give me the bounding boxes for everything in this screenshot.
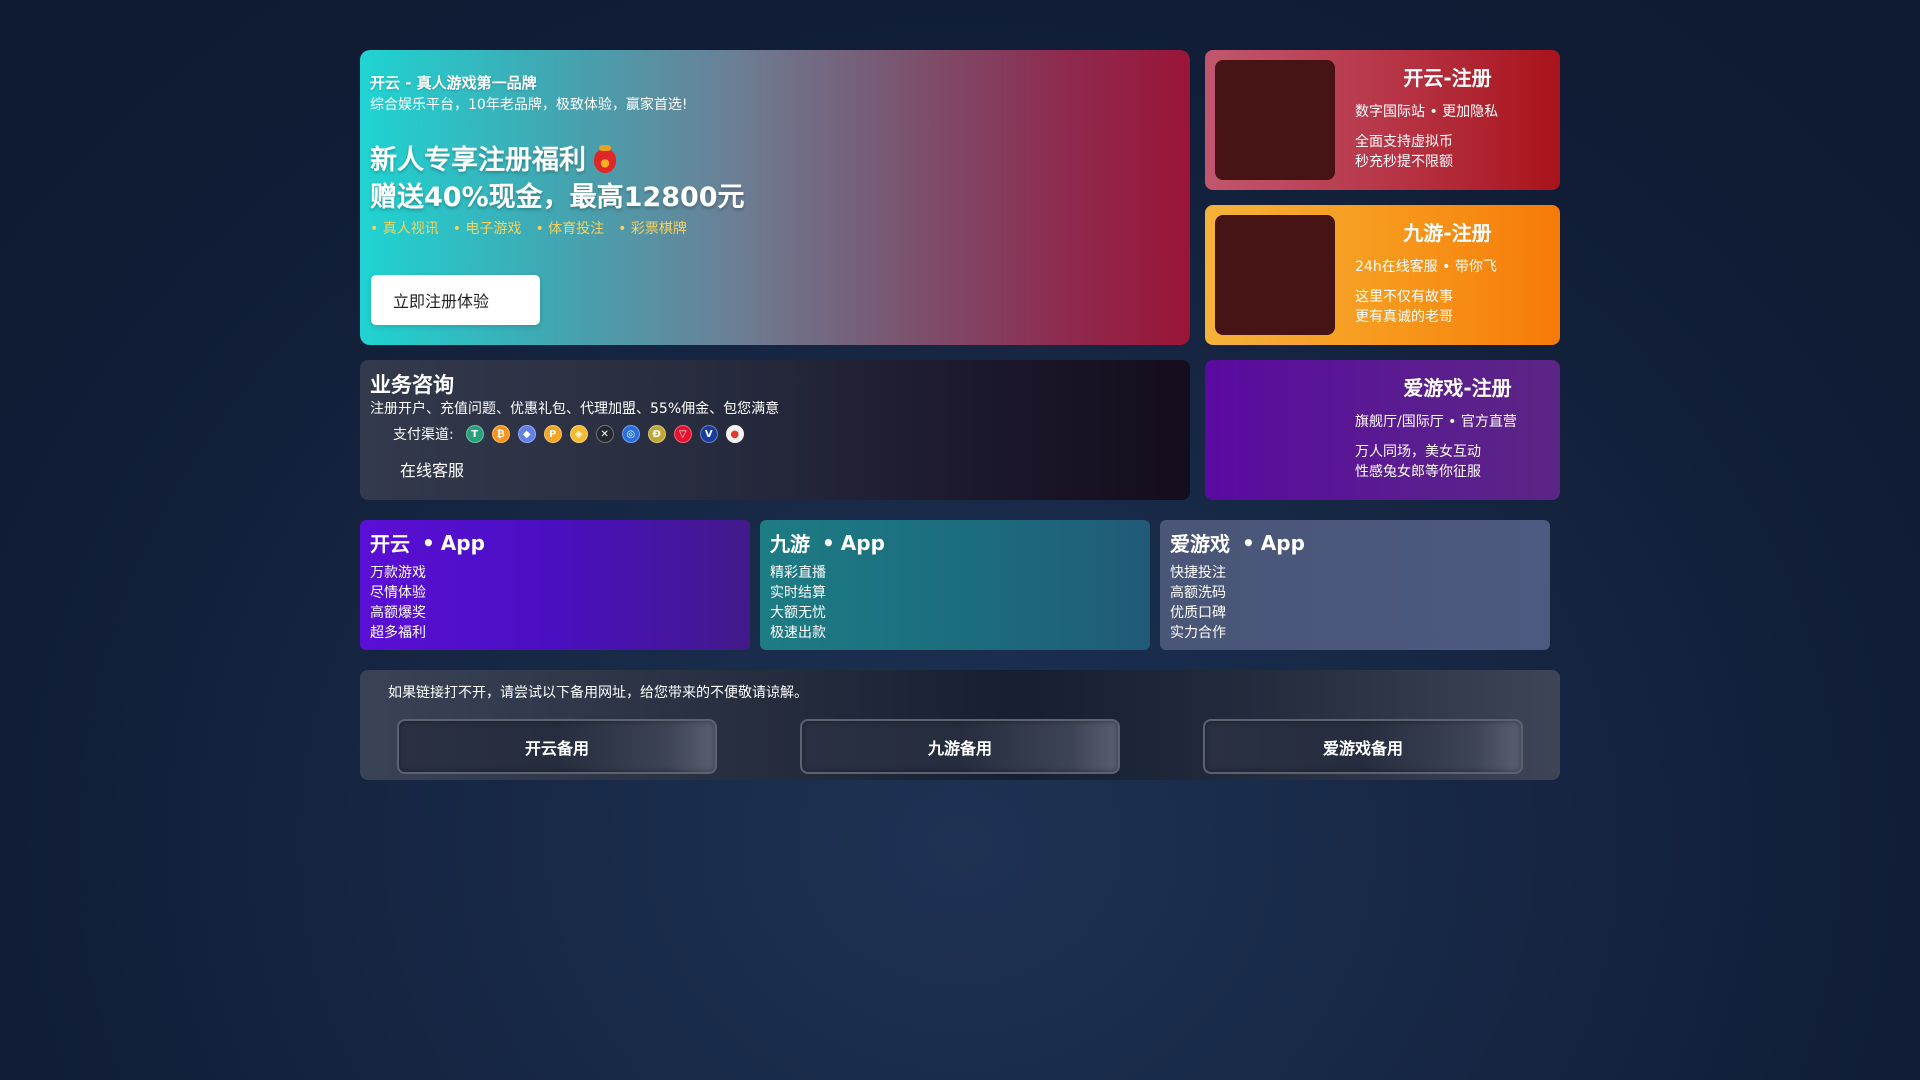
bullet-icon: • (1242, 530, 1255, 555)
consult-title: 业务咨询 (370, 373, 454, 397)
app-feature: 高额洗码 (1170, 585, 1226, 601)
app-feature: 万款游戏 (370, 565, 426, 581)
app-feature: 大额无忧 (770, 605, 826, 621)
app-suffix: App (440, 530, 485, 555)
app-feature: 精彩直播 (770, 565, 826, 581)
hero-subtitle: 综合娱乐平台，10年老品牌，极致体验，赢家首选! (370, 97, 688, 113)
app-suffix: App (840, 530, 885, 555)
register-card-line: 性感兔女郎等你征服 (1355, 464, 1481, 480)
xrp-icon: ✕ (595, 425, 614, 443)
coin-orange-icon: P (543, 425, 562, 443)
backup-links-panel: 如果链接打不开，请尝试以下备用网址，给您带来的不便敬请谅解。 开云备用 九游备用… (360, 670, 1560, 780)
app-card-title: 九游 • App (770, 528, 885, 557)
app-feature: 高额爆奖 (370, 605, 426, 621)
tron-icon: ▽ (673, 425, 692, 443)
coin-blue-icon: ◎ (621, 425, 640, 443)
payment-label: 支付渠道: (393, 427, 454, 443)
app-card-kaiyun[interactable]: 开云 • App 万款游戏 尽情体验 高额爆奖 超多福利 (360, 520, 750, 650)
hero-tag: 体育投注 (535, 218, 604, 238)
register-card-thumbnail (1215, 60, 1335, 180)
app-feature: 优质口碑 (1170, 605, 1226, 621)
online-service-link[interactable]: 在线客服 (400, 457, 464, 481)
app-brand: 九游 (770, 532, 810, 556)
register-now-button[interactable]: 立即注册体验 (371, 275, 540, 325)
app-brand: 开云 (370, 532, 410, 556)
register-card-line: 这里不仅有故事 (1355, 289, 1453, 305)
backup-note: 如果链接打不开，请尝试以下备用网址，给您带来的不便敬请谅解。 (388, 685, 808, 701)
ethereum-icon: ◆ (517, 425, 536, 443)
bnb-icon: ◈ (569, 425, 588, 443)
hero-banner: 开云 - 真人游戏第一品牌 综合娱乐平台，10年老品牌，极致体验，赢家首选! 新… (360, 50, 1190, 345)
hero-headline-1: 新人专享注册福利 (370, 138, 616, 177)
payment-icons: T ₿ ◆ P ◈ ✕ ◎ Ð ▽ V ● (465, 425, 752, 443)
app-feature: 实力合作 (1170, 625, 1226, 641)
hero-brand: 开云 - 真人游戏第一品牌 (370, 74, 537, 92)
register-card-title: 爱游戏-注册 (1403, 376, 1512, 400)
register-card-kaiyun[interactable]: 开云-注册 数字国际站 • 更加隐私 全面支持虚拟币 秒充秒提不限额 (1205, 50, 1560, 190)
bullet-icon: • (422, 530, 435, 555)
app-feature: 极速出款 (770, 625, 826, 641)
payment-channels: 支付渠道: T ₿ ◆ P ◈ ✕ ◎ Ð ▽ V ● (393, 424, 752, 444)
app-card-title: 爱游戏 • App (1170, 528, 1305, 557)
hero-headline-1-text: 新人专享注册福利 (370, 145, 586, 176)
register-card-thumbnail (1215, 215, 1335, 335)
red-envelope-icon (594, 144, 616, 173)
hero-tag: 电子游戏 (453, 218, 521, 238)
register-card-line: 24h在线客服 • 带你飞 (1355, 259, 1497, 275)
register-card-line: 旗舰厅/国际厅 • 官方直营 (1355, 414, 1517, 430)
register-card-line: 更有真诚的老哥 (1355, 309, 1453, 325)
app-card-aiyouxi[interactable]: 爱游戏 • App 快捷投注 高额洗码 优质口碑 实力合作 (1160, 520, 1550, 650)
backup-button-jiuyou[interactable]: 九游备用 (800, 719, 1120, 774)
bitcoin-icon: ₿ (491, 425, 510, 443)
app-suffix: App (1260, 530, 1305, 555)
register-card-line: 万人同场，美女互动 (1355, 444, 1481, 460)
tether-icon: T (465, 425, 484, 443)
register-card-title: 九游-注册 (1403, 221, 1492, 245)
visa-icon: V (699, 425, 718, 443)
register-card-aiyouxi[interactable]: 爱游戏-注册 旗舰厅/国际厅 • 官方直营 万人同场，美女互动 性感兔女郎等你征… (1205, 360, 1560, 500)
app-brand: 爱游戏 (1170, 532, 1230, 556)
mastercard-icon: ● (725, 425, 744, 443)
business-consult-panel: 业务咨询 注册开户、充值问题、优惠礼包、代理加盟、55%佣金、包您满意 支付渠道… (360, 360, 1190, 500)
hero-tag: 彩票棋牌 (618, 218, 687, 238)
consult-description: 注册开户、充值问题、优惠礼包、代理加盟、55%佣金、包您满意 (370, 401, 780, 417)
hero-tags: 真人视讯 电子游戏 体育投注 彩票棋牌 (370, 218, 687, 238)
app-card-jiuyou[interactable]: 九游 • App 精彩直播 实时结算 大额无忧 极速出款 (760, 520, 1150, 650)
register-card-line: 全面支持虚拟币 (1355, 134, 1453, 150)
app-feature: 快捷投注 (1170, 565, 1226, 581)
app-feature: 超多福利 (370, 625, 426, 641)
register-card-line: 秒充秒提不限额 (1355, 154, 1453, 170)
register-card-line: 数字国际站 • 更加隐私 (1355, 104, 1499, 120)
bullet-icon: • (822, 530, 835, 555)
register-card-jiuyou[interactable]: 九游-注册 24h在线客服 • 带你飞 这里不仅有故事 更有真诚的老哥 (1205, 205, 1560, 345)
register-card-title: 开云-注册 (1403, 66, 1492, 90)
app-feature: 实时结算 (770, 585, 826, 601)
backup-button-aiyouxi[interactable]: 爱游戏备用 (1203, 719, 1523, 774)
dogecoin-icon: Ð (647, 425, 666, 443)
hero-headline-2: 赠送40%现金，最高12800元 (370, 182, 745, 213)
app-card-title: 开云 • App (370, 528, 485, 557)
hero-tag: 真人视讯 (370, 218, 439, 238)
backup-button-kaiyun[interactable]: 开云备用 (397, 719, 717, 774)
app-feature: 尽情体验 (370, 585, 426, 601)
